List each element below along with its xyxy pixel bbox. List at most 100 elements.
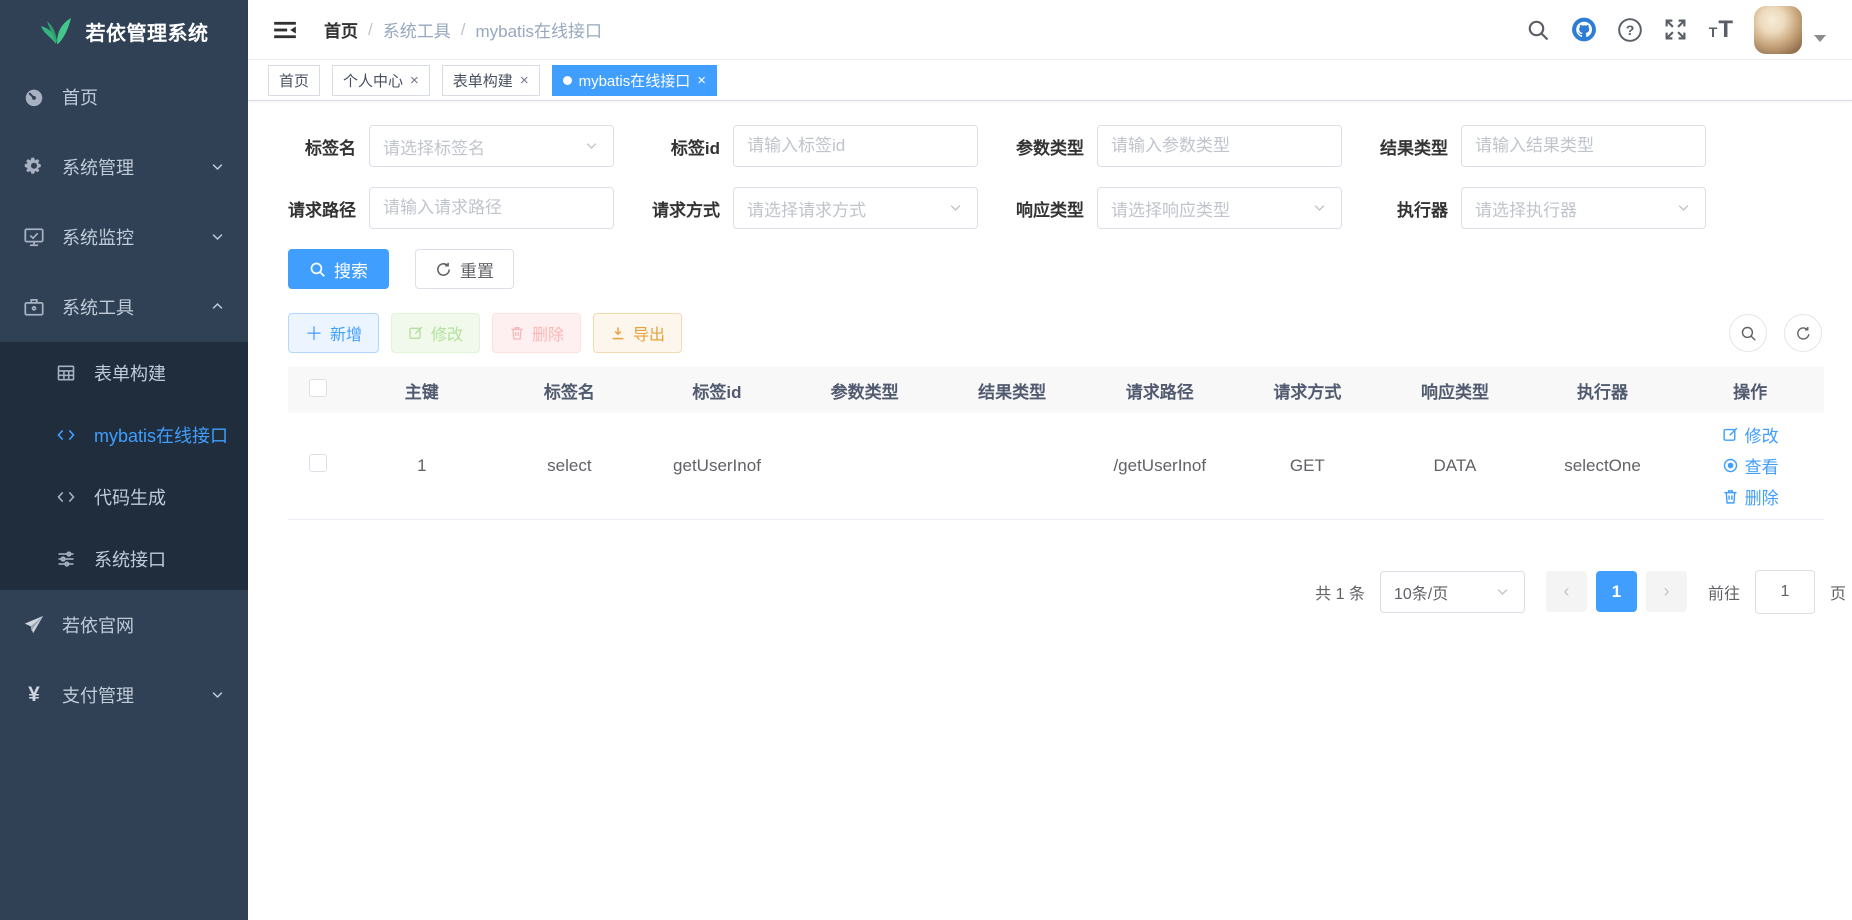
search-button[interactable]: 搜索 [288, 249, 389, 289]
filter-label: 结果类型 [1380, 134, 1448, 159]
filter-executor: 执行器 请选择执行器 [1380, 187, 1706, 229]
avatar[interactable] [1754, 6, 1802, 54]
sidebar-item-payment-management[interactable]: ¥ 支付管理 [0, 660, 248, 730]
table-header-row: 主键 标签名 标签id 参数类型 结果类型 请求路径 请求方式 响应类型 执行器… [288, 367, 1824, 413]
app-title: 若依管理系统 [86, 17, 209, 46]
cell-tag-name: select [496, 413, 644, 519]
show-search-toggle-button[interactable] [1729, 314, 1767, 352]
breadcrumb-home[interactable]: 首页 [324, 17, 358, 42]
form-table-icon [54, 361, 78, 385]
tag-label: 个人中心 [343, 70, 403, 91]
filter-tag-name: 标签名 请选择标签名 [288, 125, 614, 167]
tag-id-input[interactable] [747, 136, 964, 156]
filter-label: 请求路径 [288, 196, 356, 221]
sidebar-item-label: 首页 [62, 84, 226, 110]
reset-button[interactable]: 重置 [415, 249, 514, 289]
reset-button-label: 重置 [460, 257, 494, 282]
next-page-button[interactable]: › [1646, 571, 1687, 612]
app-logo[interactable]: 若依管理系统 [0, 0, 248, 62]
delete-button[interactable]: 删除 [492, 313, 581, 353]
select-all-checkbox[interactable] [309, 379, 327, 397]
chevron-down-icon [1495, 584, 1511, 600]
help-icon[interactable]: ? [1617, 17, 1643, 43]
page-size-select[interactable]: 10条/页 [1380, 571, 1525, 613]
add-button[interactable]: ＋ 新增 [288, 313, 379, 353]
row-view-link[interactable]: 查看 [1722, 453, 1779, 478]
tag-name-select[interactable]: 请选择标签名 [369, 125, 614, 167]
chevron-down-icon [1312, 200, 1328, 216]
dashboard-icon [22, 85, 46, 109]
sidebar-item-form-builder[interactable]: 表单构建 [0, 342, 248, 404]
export-button[interactable]: 导出 [593, 313, 682, 353]
chevron-down-icon [584, 138, 600, 154]
sidebar-item-system-api[interactable]: 系统接口 [0, 528, 248, 590]
result-type-input[interactable] [1475, 136, 1692, 156]
search-button-label: 搜索 [334, 257, 368, 282]
row-checkbox[interactable] [309, 454, 327, 472]
sidebar-item-system-tools[interactable]: 系统工具 [0, 272, 248, 342]
column-header: 执行器 [1529, 367, 1677, 413]
page-buttons: ‹ 1 › [1546, 571, 1687, 612]
row-delete-link[interactable]: 删除 [1722, 484, 1779, 509]
sidebar-item-system-management[interactable]: 系统管理 [0, 132, 248, 202]
sidebar-item-label: 支付管理 [62, 682, 210, 708]
select-placeholder: 请选择执行器 [1475, 196, 1577, 221]
column-header: 请求方式 [1234, 367, 1382, 413]
edit-button[interactable]: 修改 [391, 313, 480, 353]
sidebar: 若依管理系统 首页 系统管理 系统监控 [0, 0, 248, 920]
system-tools-submenu: 表单构建 mybatis在线接口 代码生成 系统接口 [0, 342, 248, 590]
font-size-icon[interactable]: TT [1709, 16, 1734, 44]
caret-down-icon[interactable] [1814, 35, 1826, 42]
goto-page-input[interactable] [1755, 570, 1815, 614]
request-path-input[interactable] [383, 198, 600, 218]
executor-select[interactable]: 请选择执行器 [1461, 187, 1706, 229]
filter-request-path: 请求路径 [288, 187, 614, 229]
search-icon [1740, 325, 1757, 342]
sidebar-item-code-generation[interactable]: 代码生成 [0, 466, 248, 528]
sidebar-item-ruoyi-website[interactable]: 若依官网 [0, 590, 248, 660]
column-header: 参数类型 [791, 367, 939, 413]
filter-label: 请求方式 [652, 196, 720, 221]
sidebar-collapse-icon[interactable] [272, 17, 298, 43]
cell-result-type [938, 413, 1086, 519]
cell-response-type: DATA [1381, 413, 1529, 519]
sidebar-item-label: 代码生成 [94, 484, 226, 510]
sidebar-item-system-monitor[interactable]: 系统监控 [0, 202, 248, 272]
sidebar-item-label: mybatis在线接口 [94, 422, 228, 448]
edit-button-label: 修改 [431, 321, 463, 345]
select-placeholder: 请选择请求方式 [747, 196, 866, 221]
prev-page-button[interactable]: ‹ [1546, 571, 1587, 612]
sidebar-item-home[interactable]: 首页 [0, 62, 248, 132]
search-icon[interactable] [1525, 17, 1551, 43]
filter-label: 标签名 [288, 134, 356, 159]
gear-icon [22, 155, 46, 179]
sidebar-item-label: 系统管理 [62, 154, 210, 180]
chevron-down-icon [210, 229, 226, 245]
close-icon[interactable]: × [697, 72, 706, 89]
filter-label: 标签id [652, 134, 720, 159]
tag-mybatis-online-api[interactable]: mybatis在线接口 × [552, 65, 717, 96]
row-actions: 修改 查看 删除 [1676, 422, 1824, 509]
cell-tag-id: getUserInof [643, 413, 791, 519]
refresh-button[interactable] [1784, 314, 1822, 352]
sidebar-item-mybatis-online-api[interactable]: mybatis在线接口 [0, 404, 248, 466]
current-page-button[interactable]: 1 [1596, 571, 1637, 612]
fullscreen-icon[interactable] [1663, 17, 1689, 43]
param-type-input[interactable] [1111, 136, 1328, 156]
request-method-select[interactable]: 请选择请求方式 [733, 187, 978, 229]
table-row[interactable]: 1 select getUserInof /getUserInof GET DA… [288, 413, 1824, 519]
close-icon[interactable]: × [410, 72, 419, 89]
tag-home[interactable]: 首页 [268, 65, 320, 96]
edit-icon [1722, 426, 1739, 443]
tag-form-builder[interactable]: 表单构建 × [442, 65, 540, 96]
edit-icon [408, 325, 424, 341]
tag-profile[interactable]: 个人中心 × [332, 65, 430, 96]
close-icon[interactable]: × [520, 72, 529, 89]
response-type-select[interactable]: 请选择响应类型 [1097, 187, 1342, 229]
trash-icon [1722, 488, 1739, 505]
filter-row-2: 请求路径 请求方式 请选择请求方式 响应类型 请选择响应类型 执行器 [288, 187, 1846, 229]
row-edit-link[interactable]: 修改 [1722, 422, 1779, 447]
github-icon[interactable] [1571, 17, 1597, 43]
chevron-up-icon [210, 299, 226, 315]
sidebar-item-label: 表单构建 [94, 360, 226, 386]
